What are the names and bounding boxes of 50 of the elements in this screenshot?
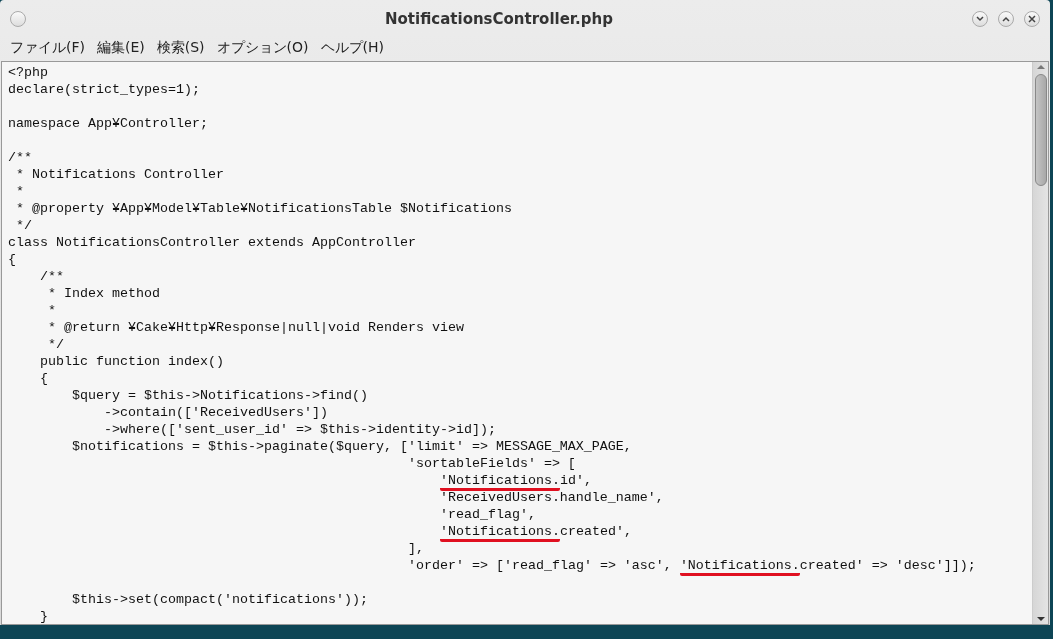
menu-item[interactable]: ファイル(F) [4,39,91,57]
code-line: ->contain(['ReceivedUsers']) [102,404,329,421]
code-line: */ [15,217,33,234]
code-line: * Notifications Controller [15,166,225,183]
underlined-code-text: 'Notifications. [439,524,560,542]
scroll-up-icon[interactable] [1035,62,1046,72]
code-line: namespace App¥Controller; [8,115,209,132]
menu-item[interactable]: オプション(O) [210,39,315,57]
code-line: */ [47,336,65,353]
code-line: <?php [8,64,49,81]
code-line: * [15,183,25,200]
code-line: * [47,302,57,319]
code-line: $this->set(compact('notifications')); [71,591,369,608]
code-line: ], [406,540,425,557]
code-line: class NotificationsController extends AppController [8,234,417,251]
code-line: { [8,251,17,268]
scrollbar-thumb[interactable] [1034,74,1047,186]
code-text: id', [559,473,592,488]
scrollbar[interactable] [1032,62,1048,624]
menu-item[interactable]: ヘルプ(H) [314,39,390,57]
scroll-down-icon[interactable] [1035,614,1046,624]
code-line: 'ReceivedUsers.handle_name', [438,489,665,506]
code-line: 'sortableFields' => [ [406,455,577,472]
code-text: 'order' => ['read_flag' => 'asc', [407,558,673,573]
code-line: ->where(['sent_user_id' => $this->identity->id]); [102,421,497,438]
code-line: public function index() [39,353,225,370]
code-line: * Index method [47,285,161,302]
maximize-button[interactable] [998,10,1014,27]
window-title: NotificationsController.php [384,9,614,28]
code-text: created', [559,524,632,539]
close-button[interactable] [1024,10,1040,27]
code-line: * @property ¥App¥Model¥Table¥NotificationsTable $Notifications [15,200,513,217]
code-line: $query = $this->Notifications->find() [71,387,369,404]
menu-item[interactable]: 検索(S) [150,39,211,57]
code-line: } [39,608,49,624]
code-text: created' => 'desc']]); [799,558,976,573]
underlined-code-text: 'Notifications. [679,558,800,576]
code-line: * @return ¥Cake¥Http¥Response|null|void Renders view [47,319,465,336]
code-line: /** [8,149,33,166]
code-line: declare(strict_types=1); [8,81,201,98]
code-line: /** [39,268,65,285]
underlined-code-text: 'Notifications. [439,473,560,491]
chevron-down-icon [976,15,984,22]
code-line: $notifications = $this->paginate($query, ['limit' => MESSAGE_MAX_PAGE, [71,438,633,455]
menu-item[interactable]: 編集(E) [91,39,151,57]
code-line: { [39,370,49,387]
close-icon [1028,14,1036,23]
minimize-button[interactable] [972,10,988,27]
code-line: 'read_flag', [438,506,537,523]
chevron-up-icon [1002,15,1010,22]
